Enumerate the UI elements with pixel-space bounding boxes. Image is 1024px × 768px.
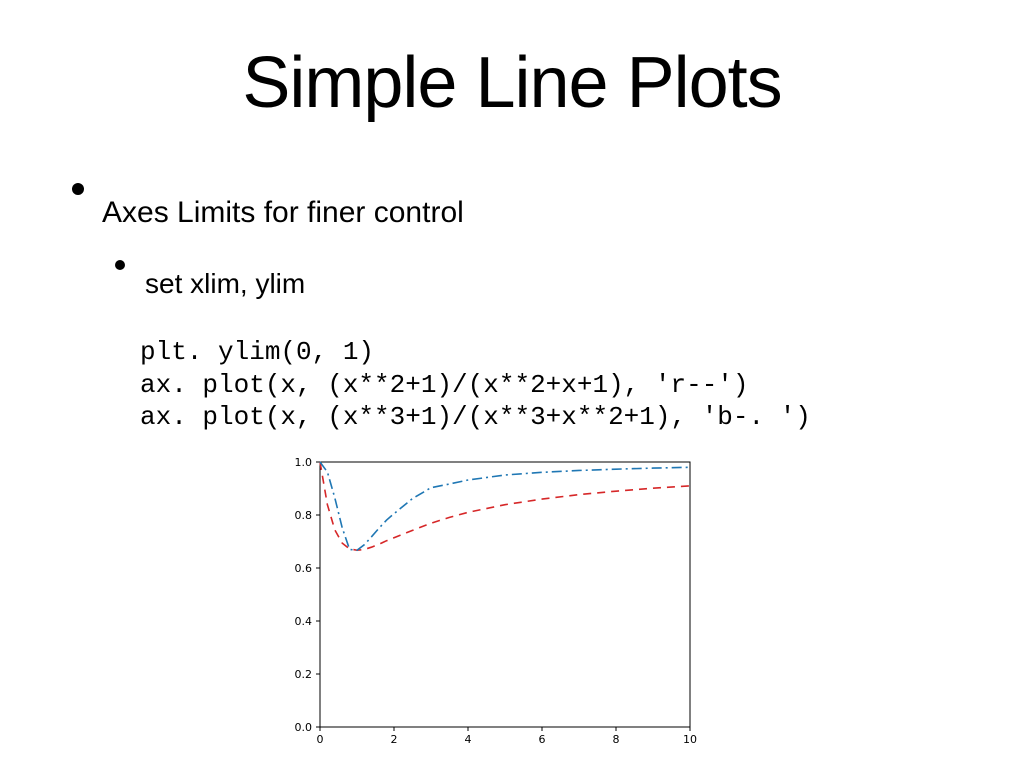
code-block: plt. ylim(0, 1) ax. plot(x, (x**2+1)/(x*… xyxy=(140,336,811,434)
bullet-l2-text: set xlim, ylim xyxy=(145,268,305,300)
bullet-dot-icon xyxy=(72,183,84,195)
svg-text:2: 2 xyxy=(391,733,398,746)
svg-text:0.6: 0.6 xyxy=(295,562,313,575)
svg-text:6: 6 xyxy=(539,733,546,746)
bullet-level-1: Axes Limits for finer control xyxy=(72,196,464,230)
bullet-level-2: set xlim, ylim xyxy=(115,268,305,300)
bullet-dot-icon xyxy=(115,260,125,270)
line-chart: 0 2 4 6 8 10 0.0 0.2 0.4 0.6 0.8 1.0 xyxy=(280,452,705,752)
svg-text:4: 4 xyxy=(465,733,472,746)
svg-text:0.2: 0.2 xyxy=(295,668,313,681)
chart-svg: 0 2 4 6 8 10 0.0 0.2 0.4 0.6 0.8 1.0 xyxy=(280,452,705,752)
svg-text:0.4: 0.4 xyxy=(295,615,313,628)
svg-text:0.0: 0.0 xyxy=(295,721,313,734)
svg-text:0.8: 0.8 xyxy=(295,509,313,522)
svg-text:10: 10 xyxy=(683,733,697,746)
svg-text:8: 8 xyxy=(613,733,620,746)
svg-text:0: 0 xyxy=(317,733,324,746)
svg-text:1.0: 1.0 xyxy=(295,456,313,469)
bullet-l1-text: Axes Limits for finer control xyxy=(102,196,464,230)
slide-title: Simple Line Plots xyxy=(0,0,1024,124)
